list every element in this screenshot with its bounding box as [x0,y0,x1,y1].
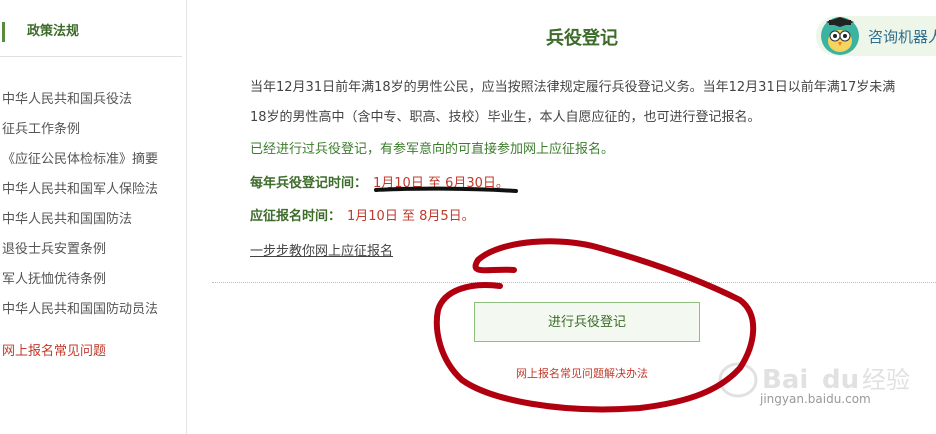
registration-time-label: 每年兵役登记时间： [250,176,368,191]
sidebar-item-military-insurance-law[interactable]: 中华人民共和国军人保险法 [2,178,158,208]
sidebar-divider [0,56,182,57]
page-title: 兵役登记 [546,28,618,49]
registration-intro-line1: 当年12月31日前年满18岁的男性公民，应当按照法律规定履行兵役登记义务。当年1… [250,80,896,95]
svg-text:du: du [822,365,859,395]
consult-robot-button[interactable]: 咨询机器人 [816,16,936,56]
registration-time-value: 1月10日 至 6月30日。 [373,176,509,191]
sidebar-heading: 政策法规 [2,22,79,42]
sidebar-item-mobilization-law[interactable]: 中华人民共和国国防动员法 [2,298,158,328]
robot-label: 咨询机器人 [868,28,936,46]
dotted-divider [212,282,936,283]
registration-intro-line2: 18岁的男性高中（含中专、职高、技校）毕业生，本人自愿应征的，也可进行登记报名。 [250,110,761,125]
registration-time-row: 每年兵役登记时间： 1月10日 至 6月30日。 [250,172,509,191]
watermark-url: jingyan.baidu.com [760,392,871,406]
robot-avatar-icon [821,17,859,55]
sidebar-item-military-service-law[interactable]: 中华人民共和国兵役法 [2,88,158,118]
sidebar-item-conscription-regulations[interactable]: 征兵工作条例 [2,118,158,148]
sidebar-item-physical-exam-standards[interactable]: 《应征公民体检标准》摘要 [2,148,158,178]
svg-text:Bai: Bai [762,365,808,395]
sidebar-list: 中华人民共和国兵役法 征兵工作条例 《应征公民体检标准》摘要 中华人民共和国军人… [2,88,158,328]
svg-text:经验: 经验 [862,366,910,394]
sidebar-item-pension-regulations[interactable]: 军人抚恤优待条例 [2,268,158,298]
application-time-label: 应征报名时间： [250,209,342,224]
registered-note: 已经进行过兵役登记，有参军意向的可直接参加网上应征报名。 [250,142,615,157]
online-application-guide-link[interactable]: 一步步教你网上应征报名 [250,240,393,259]
sidebar-faq-link[interactable]: 网上报名常见问题 [2,340,106,359]
sidebar-item-national-defense-law[interactable]: 中华人民共和国国防法 [2,208,158,238]
application-time-row: 应征报名时间： 1月10日 至 8月5日。 [250,205,475,224]
register-button[interactable]: 进行兵役登记 [474,302,700,342]
application-time-value: 1月10日 至 8月5日。 [347,209,475,224]
sidebar: 政策法规 中华人民共和国兵役法 征兵工作条例 《应征公民体检标准》摘要 中华人民… [0,0,187,434]
faq-solutions-link[interactable]: 网上报名常见问题解决办法 [516,365,648,381]
sidebar-item-veteran-resettlement[interactable]: 退役士兵安置条例 [2,238,158,268]
